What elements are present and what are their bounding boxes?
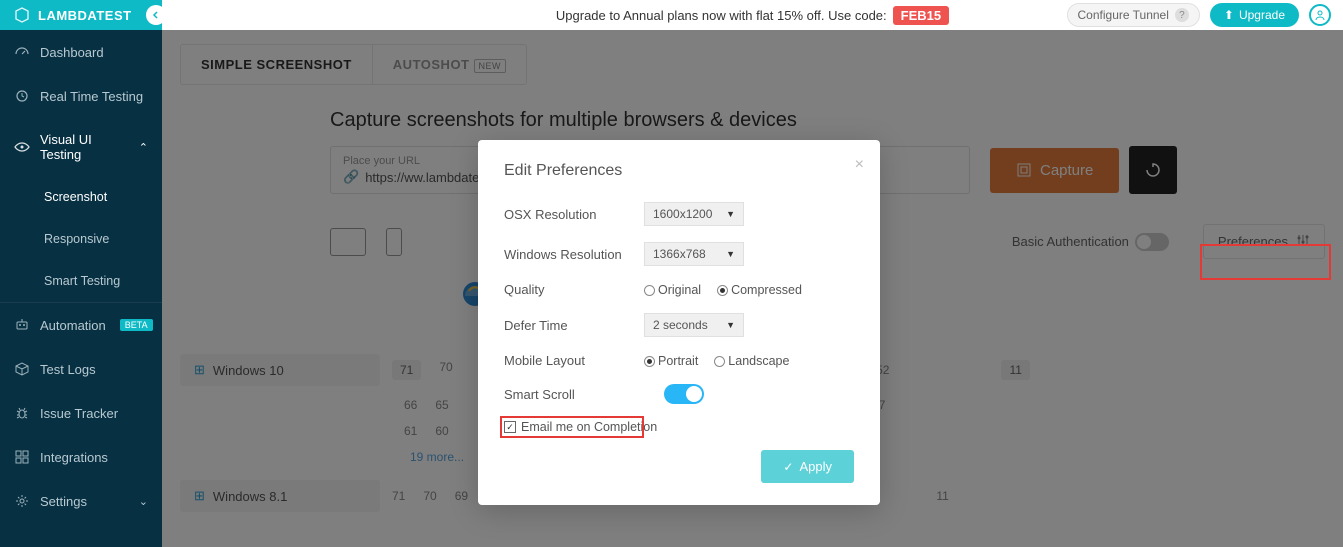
nav-smart[interactable]: Smart Testing bbox=[0, 260, 162, 302]
logo-bar: LAMBDATEST bbox=[0, 0, 162, 30]
nav-issue[interactable]: Issue Tracker bbox=[0, 391, 162, 435]
quality-compressed-radio[interactable]: Compressed bbox=[717, 283, 802, 297]
nav-dashboard[interactable]: Dashboard bbox=[0, 30, 162, 74]
close-icon[interactable]: × bbox=[855, 156, 864, 174]
caret-icon: ▼ bbox=[726, 209, 735, 219]
landscape-radio[interactable]: Landscape bbox=[714, 354, 789, 368]
edit-preferences-modal: Edit Preferences × OSX Resolution1600x12… bbox=[478, 140, 880, 505]
dashboard-icon bbox=[14, 44, 30, 60]
defer-select[interactable]: 2 seconds▼ bbox=[644, 313, 744, 337]
help-icon: ? bbox=[1175, 8, 1189, 22]
win-resolution-select[interactable]: 1366x768▼ bbox=[644, 242, 744, 266]
win-resolution-label: Windows Resolution bbox=[504, 247, 644, 262]
highlight-email bbox=[500, 416, 644, 438]
quality-original-radio[interactable]: Original bbox=[644, 283, 701, 297]
gear-icon bbox=[14, 493, 30, 509]
nav-screenshot[interactable]: Screenshot bbox=[0, 176, 162, 218]
highlight-preferences bbox=[1200, 244, 1331, 280]
nav-visual[interactable]: Visual UI Testing⌃ bbox=[0, 118, 162, 176]
realtime-icon bbox=[14, 88, 30, 104]
nav-responsive[interactable]: Responsive bbox=[0, 218, 162, 260]
apply-button[interactable]: Apply bbox=[761, 450, 854, 483]
sidebar: LAMBDATEST Dashboard Real Time Testing V… bbox=[0, 0, 162, 547]
defer-label: Defer Time bbox=[504, 318, 644, 333]
logo-icon bbox=[14, 7, 30, 23]
banner-code: FEB15 bbox=[893, 6, 949, 25]
caret-icon: ▼ bbox=[726, 249, 735, 259]
osx-resolution-select[interactable]: 1600x1200▼ bbox=[644, 202, 744, 226]
grid-icon bbox=[14, 449, 30, 465]
nav-testlogs[interactable]: Test Logs bbox=[0, 347, 162, 391]
chevron-down-icon: ⌄ bbox=[139, 495, 148, 508]
osx-resolution-label: OSX Resolution bbox=[504, 207, 644, 222]
mobile-layout-label: Mobile Layout bbox=[504, 353, 644, 368]
upgrade-button[interactable]: ⬆Upgrade bbox=[1210, 3, 1299, 27]
rocket-icon: ⬆ bbox=[1224, 8, 1234, 22]
top-banner: Upgrade to Annual plans now with flat 15… bbox=[162, 0, 1343, 30]
modal-title: Edit Preferences bbox=[504, 162, 854, 180]
banner-text: Upgrade to Annual plans now with flat 15… bbox=[556, 8, 887, 23]
nav-automation[interactable]: AutomationBETA bbox=[0, 302, 162, 347]
chevron-up-icon: ⌃ bbox=[139, 141, 148, 154]
smart-scroll-label: Smart Scroll bbox=[504, 387, 644, 402]
bug-icon bbox=[14, 405, 30, 421]
configure-tunnel-button[interactable]: Configure Tunnel? bbox=[1067, 3, 1200, 27]
beta-badge: BETA bbox=[120, 319, 153, 331]
caret-icon: ▼ bbox=[726, 320, 735, 330]
smart-scroll-toggle[interactable] bbox=[664, 384, 704, 404]
box-icon bbox=[14, 361, 30, 377]
nav-realtime[interactable]: Real Time Testing bbox=[0, 74, 162, 118]
nav-settings[interactable]: Settings⌄ bbox=[0, 479, 162, 523]
quality-label: Quality bbox=[504, 282, 644, 297]
nav-integrations[interactable]: Integrations bbox=[0, 435, 162, 479]
eye-icon bbox=[14, 139, 30, 155]
robot-icon bbox=[14, 317, 30, 333]
portrait-radio[interactable]: Portrait bbox=[644, 354, 698, 368]
avatar[interactable] bbox=[1309, 4, 1331, 26]
logo-text: LAMBDATEST bbox=[38, 8, 132, 23]
